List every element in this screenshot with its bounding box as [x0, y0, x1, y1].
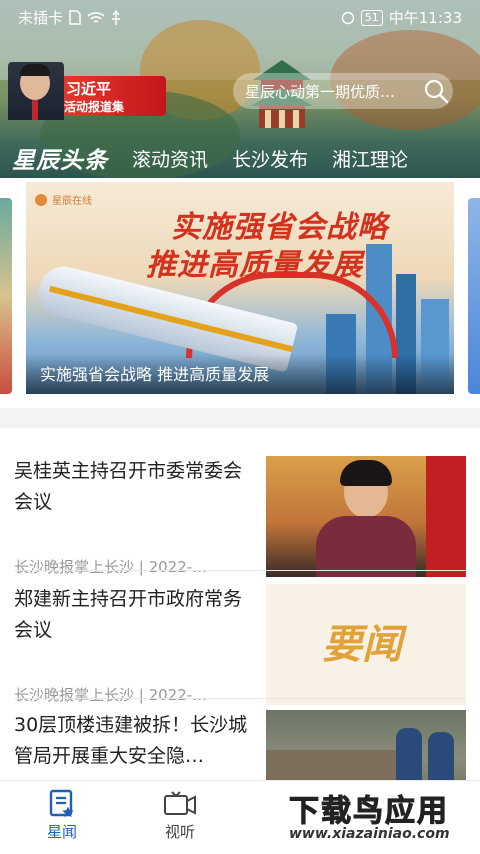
header-banner: 未插卡 51 中午11:33 习近平 活动报道集 星辰心动第一期优质… 星辰头条… [0, 0, 480, 178]
nav-shiting[interactable]: 视听 [140, 787, 220, 842]
badge-name: 习近平 [66, 80, 112, 98]
headline-carousel: 星辰在线 实施强省会战略 推进高质量发展 实施强省会战略 推进高质量发展 [0, 178, 480, 408]
thumb-rubble [266, 750, 396, 780]
watermark-title: 下载鸟应用 [289, 794, 449, 830]
slide-caption: 实施强省会战略 推进高质量发展 [40, 365, 270, 384]
status-bar: 未插卡 51 中午11:33 [0, 0, 480, 32]
alarm-icon [341, 11, 354, 24]
divider [14, 698, 466, 699]
news-thumbnail[interactable]: 要闻 [266, 584, 466, 705]
clock: 中午11:33 [388, 9, 462, 27]
search-placeholder[interactable]: 星辰心动第一期优质… [233, 81, 419, 102]
search-icon[interactable] [419, 74, 453, 108]
thumb-officer [396, 728, 422, 780]
news-item[interactable]: 30层顶楼违建被拆！长沙城管局开展重大安全隐… [14, 710, 466, 780]
thumb-person-hair [340, 460, 392, 486]
portrait-hair [20, 64, 50, 76]
news-title[interactable]: 30层顶楼违建被拆！长沙城管局开展重大安全隐… [14, 710, 254, 772]
tab-changsha-release[interactable]: 长沙发布 [232, 145, 308, 172]
news-thumbnail[interactable] [266, 710, 466, 780]
carrier-label: 未插卡 [18, 9, 64, 27]
tab-scroll-news[interactable]: 滚动资讯 [132, 145, 208, 172]
news-title[interactable]: 郑建新主持召开市政府常务会议 [14, 584, 254, 646]
wifi-icon [87, 11, 105, 23]
sim-icon [69, 10, 81, 25]
news-meta: 长沙晚报掌上长沙 | 2022-… [14, 558, 208, 576]
carousel-prev-slide[interactable] [0, 198, 12, 394]
portrait-tie [32, 100, 38, 120]
news-doc-icon [22, 787, 102, 821]
banner-headline-line2: 推进高质量发展 [146, 248, 363, 283]
thumb-person-body [316, 516, 416, 577]
tab-xiangjiang-theory[interactable]: 湘江理论 [332, 145, 408, 172]
feature-badge[interactable]: 习近平 活动报道集 [0, 62, 170, 120]
video-icon [140, 787, 220, 821]
thumb-officer [428, 732, 454, 780]
battery-icon: 51 [360, 9, 383, 26]
badge-subtitle: 活动报道集 [64, 100, 125, 114]
divider [14, 570, 466, 571]
nav-label: 星闻 [46, 823, 77, 841]
nav-xingwen[interactable]: 星闻 [22, 787, 102, 842]
carousel-next-slide[interactable] [468, 198, 480, 394]
brand-logo: 星辰在线 [34, 192, 92, 207]
search-bar[interactable]: 星辰心动第一期优质… [233, 73, 453, 109]
carousel-slide[interactable]: 星辰在线 实施强省会战略 推进高质量发展 实施强省会战略 推进高质量发展 [26, 182, 454, 394]
usb-icon [112, 9, 121, 25]
nav-label: 视听 [164, 823, 195, 841]
news-item[interactable]: 吴桂英主持召开市委常委会会议 长沙晚报掌上长沙 | 2022-… [14, 456, 466, 584]
watermark: 下载鸟应用 www.xiazainiao.com [283, 784, 477, 850]
channel-tabs: 星辰头条 滚动资讯 长沙发布 湘江理论 [0, 140, 480, 176]
watermark-url: www.xiazainiao.com [289, 826, 450, 842]
news-thumbnail[interactable] [266, 456, 466, 577]
news-list: 吴桂英主持召开市委常委会会议 长沙晚报掌上长沙 | 2022-… 郑建新主持召开… [0, 428, 480, 780]
news-meta: 长沙晚报掌上长沙 | 2022-… [14, 686, 208, 704]
thumb-label: 要闻 [322, 622, 402, 668]
tab-xingchen-toutiao[interactable]: 星辰头条 [12, 141, 108, 175]
news-item[interactable]: 郑建新主持召开市政府常务会议 长沙晚报掌上长沙 | 2022-… 要闻 [14, 584, 466, 712]
brand-icon [35, 193, 47, 206]
news-title[interactable]: 吴桂英主持召开市委常委会会议 [14, 456, 254, 518]
thumb-flag [426, 456, 466, 577]
brand-text: 星辰在线 [52, 196, 92, 207]
